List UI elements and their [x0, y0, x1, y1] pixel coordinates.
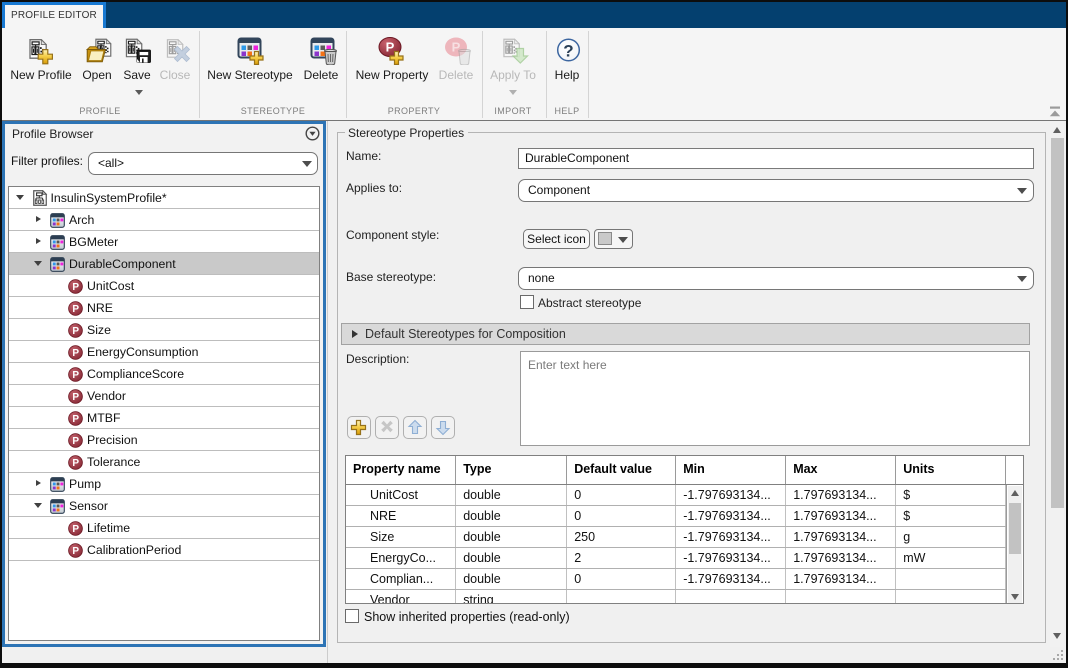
svg-text:P: P [386, 40, 395, 55]
svg-text:?: ? [563, 41, 573, 60]
